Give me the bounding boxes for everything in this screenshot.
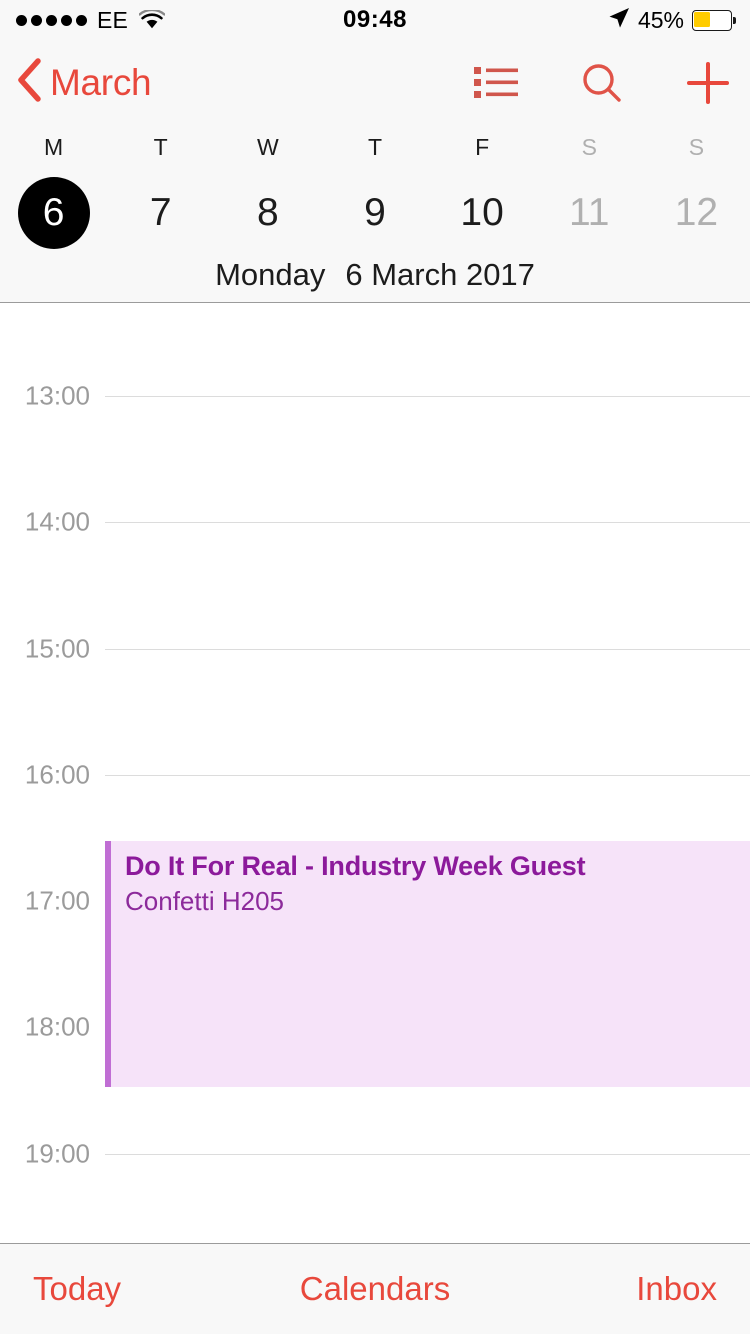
week-strip: M T W T F S S 6 7 8 9 10 11 12 Monday 6 March 2017 (0, 125, 750, 303)
selected-date-label: 6 March 2017 (345, 257, 535, 292)
hour-label: 17:00 (24, 885, 90, 916)
weekday-letters-row: MTWTFSS (0, 125, 750, 170)
week-date-number: 11 (569, 190, 610, 234)
selected-weekday-label: Monday (215, 257, 326, 292)
hour-label: 15:00 (24, 633, 90, 664)
back-to-month-button[interactable]: March (16, 40, 152, 125)
navigation-bar-actions (468, 40, 736, 125)
week-dates-row: 6 7 8 9 10 11 12 (0, 170, 750, 255)
navigation-bar: March (0, 40, 750, 125)
week-date-cell[interactable]: 8 (214, 170, 321, 255)
hour-label: 14:00 (24, 506, 90, 537)
event-title: Do It For Real - Industry Week Guest (125, 851, 586, 881)
bottom-toolbar: Today Calendars Inbox (0, 1243, 750, 1334)
week-date-number: 8 (256, 190, 279, 234)
week-date-number: 7 (149, 190, 172, 234)
calendar-day-screen: EE 09:48 45% March M T W T F S S 6 7 8 9… (0, 0, 750, 1334)
status-bar-clock: 09:48 (343, 6, 407, 33)
weekday-letter: S (688, 134, 705, 160)
selected-date-circle: 6 (17, 176, 90, 249)
week-date-cell[interactable]: 9 (321, 170, 428, 255)
hour-rule (105, 522, 750, 523)
hour-rule (105, 1154, 750, 1155)
weekday-letter: F (475, 134, 490, 160)
location-arrow-icon (608, 7, 630, 34)
week-date-cell[interactable]: 10 (429, 170, 536, 255)
selected-date-header: Monday 6 March 2017 (0, 257, 750, 293)
battery-percentage: 45% (637, 6, 684, 33)
weekday-letter: W (256, 134, 279, 160)
back-button-label: March (50, 61, 152, 103)
plus-icon[interactable] (680, 55, 736, 111)
week-date-number: 9 (364, 190, 386, 234)
status-bar: EE 09:48 45% (0, 0, 750, 40)
week-date-cell[interactable]: 6 (0, 170, 107, 255)
week-date-number: 10 (460, 190, 504, 234)
weekday-letter: M (43, 134, 64, 160)
week-date-cell[interactable]: 11 (536, 170, 643, 255)
list-view-icon[interactable] (468, 55, 524, 111)
hour-label: 18:00 (24, 1011, 90, 1042)
weekday-letter: S (581, 134, 597, 160)
hour-label: 16:00 (24, 759, 90, 790)
chevron-left-icon (16, 58, 42, 107)
event-location: Confetti H205 (125, 886, 284, 917)
week-date-number: 12 (674, 190, 719, 234)
inbox-button[interactable]: Inbox (636, 1270, 717, 1308)
week-date-cell[interactable]: 7 (107, 170, 214, 255)
hour-label: 13:00 (24, 380, 90, 411)
status-bar-right: 45% (608, 0, 736, 40)
battery-icon (692, 9, 736, 31)
calendar-event[interactable]: Do It For Real - Industry Week Guest Conf… (105, 841, 750, 1087)
day-timeline[interactable]: 13:00 14:00 15:00 16:00 17:00 18:00 19:00 Do It… (0, 304, 750, 1243)
weekday-letter: T (153, 134, 168, 160)
hour-rule (105, 396, 750, 397)
hour-label: 19:00 (24, 1138, 90, 1169)
weekday-letter: T (367, 134, 383, 160)
search-icon[interactable] (574, 55, 630, 111)
hour-rule (105, 649, 750, 650)
hour-rule (105, 775, 750, 776)
week-date-cell[interactable]: 12 (643, 170, 750, 255)
